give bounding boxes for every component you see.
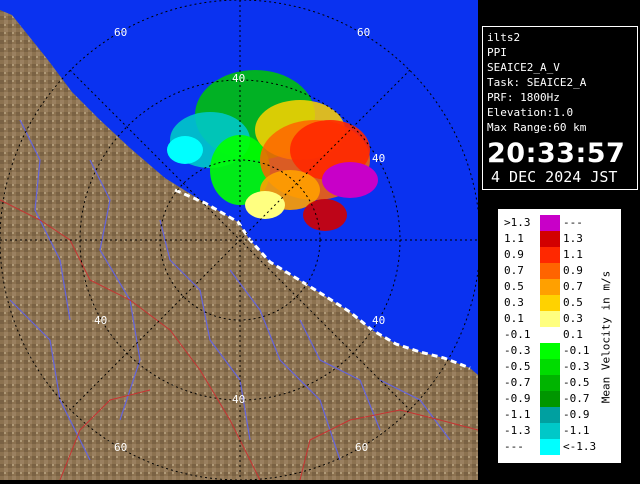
legend-lower-value: >1.3	[504, 216, 531, 229]
range-label: 60	[355, 441, 369, 454]
legend-upper-value: 0.1	[563, 328, 583, 341]
legend-title: Mean Velocity in m/s	[595, 218, 617, 456]
legend-upper-value: -0.5	[563, 376, 590, 389]
legend-swatch	[540, 231, 560, 247]
station-name: ilts2	[487, 31, 521, 44]
legend-lower-value: 0.3	[504, 296, 524, 309]
range-label: 40	[232, 393, 246, 406]
legend-swatch	[540, 407, 560, 423]
info-box: ilts2 PPI SEAICE2_A_V Task: SEAICE2_A PR…	[482, 26, 638, 190]
prf-value: PRF: 1800Hz	[487, 91, 560, 104]
legend-swatch	[540, 295, 560, 311]
legend-title-text: Mean Velocity in m/s	[599, 270, 613, 404]
range-label: 40	[372, 152, 386, 165]
legend-swatch	[540, 327, 560, 343]
legend-swatch	[540, 311, 560, 327]
radar-map[interactable]: 60 60 40 40 40 40 40 60 60	[0, 0, 478, 480]
legend-swatch	[540, 375, 560, 391]
legend-swatch	[540, 439, 560, 455]
product-name: SEAICE2_A_V	[487, 61, 560, 74]
legend-lower-value: -1.3	[504, 424, 531, 437]
legend-lower-value: -0.9	[504, 392, 531, 405]
legend-upper-value: -0.1	[563, 344, 590, 357]
legend-lower-value: 0.5	[504, 280, 524, 293]
legend-upper-value: -0.7	[563, 392, 590, 405]
color-legend: >1.3 --- 1.1 1.3 0.9 1.1 0.7 0.9 0.5 0.7 0.3 0.5 0.1…	[498, 209, 621, 463]
legend-lower-value: -0.5	[504, 360, 531, 373]
legend-swatch	[540, 343, 560, 359]
scan-mode: PPI	[487, 46, 507, 59]
legend-upper-value: 1.3	[563, 232, 583, 245]
range-label: 40	[232, 72, 246, 85]
range-label: 60	[114, 26, 128, 39]
max-range-value: Max Range:60 km	[487, 121, 587, 134]
sidebar: ilts2 PPI SEAICE2_A_V Task: SEAICE2_A PR…	[478, 0, 640, 480]
range-label: 60	[357, 26, 371, 39]
task-name: Task: SEAICE2_A	[487, 76, 587, 89]
range-label: 60	[114, 441, 128, 454]
legend-upper-value: -0.3	[563, 360, 590, 373]
legend-lower-value: 0.9	[504, 248, 524, 261]
legend-upper-value: ---	[563, 216, 583, 229]
legend-lower-value: -1.1	[504, 408, 531, 421]
legend-lower-value: 1.1	[504, 232, 524, 245]
legend-lower-value: -0.1	[504, 328, 531, 341]
observation-date: 4 DEC 2024 JST	[491, 168, 618, 186]
legend-swatch	[540, 359, 560, 375]
legend-upper-value: <-1.3	[563, 440, 597, 453]
range-label: 40	[372, 314, 386, 327]
legend-swatch	[540, 391, 560, 407]
legend-upper-value: 0.7	[563, 280, 583, 293]
elevation-value: Elevation:1.0	[487, 106, 574, 119]
observation-time: 20:33:57	[487, 138, 626, 169]
legend-swatch	[540, 263, 560, 279]
legend-swatch	[540, 215, 560, 231]
legend-swatch	[540, 247, 560, 263]
legend-lower-value: -0.3	[504, 344, 531, 357]
legend-upper-value: -0.9	[563, 408, 590, 421]
legend-swatch	[540, 423, 560, 439]
legend-upper-value: 0.3	[563, 312, 583, 325]
legend-swatch	[540, 279, 560, 295]
legend-lower-value: -0.7	[504, 376, 531, 389]
legend-upper-value: 0.5	[563, 296, 583, 309]
legend-upper-value: -1.1	[563, 424, 590, 437]
legend-lower-value: 0.1	[504, 312, 524, 325]
legend-upper-value: 1.1	[563, 248, 583, 261]
legend-lower-value: 0.7	[504, 264, 524, 277]
range-label: 40	[94, 314, 108, 327]
legend-upper-value: 0.9	[563, 264, 583, 277]
legend-lower-value: ---	[504, 440, 524, 453]
